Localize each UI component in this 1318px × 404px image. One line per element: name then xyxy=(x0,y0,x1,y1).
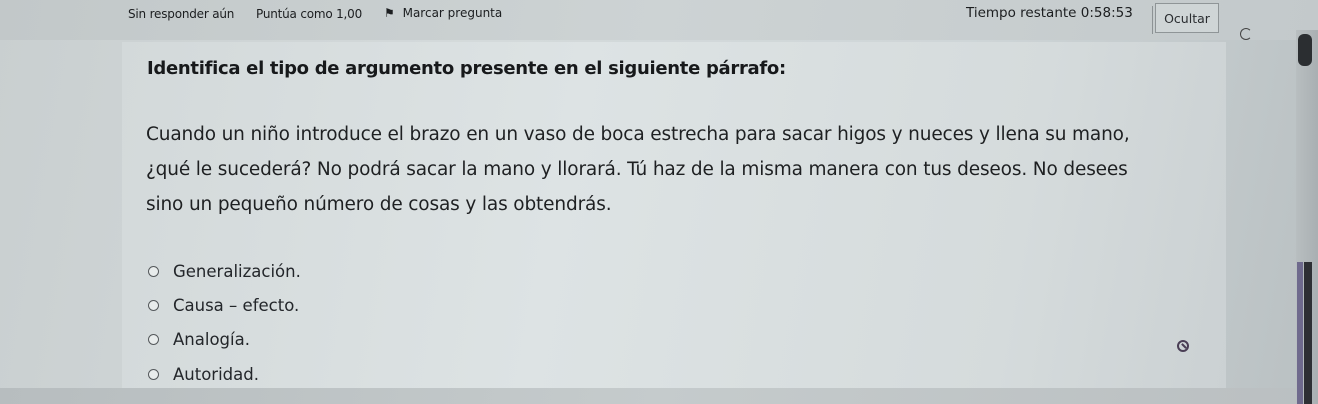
bottom-strip xyxy=(0,388,1318,404)
answer-label: Generalización. xyxy=(173,262,301,281)
answer-option-analogia[interactable]: Analogía. xyxy=(148,330,250,349)
refresh-icon[interactable] xyxy=(1240,28,1252,40)
timer-value: 0:58:53 xyxy=(1080,5,1133,21)
answer-label: Analogía. xyxy=(173,330,250,349)
radio-button[interactable] xyxy=(148,334,159,345)
question-line: sino un pequeño número de cosas y las ob… xyxy=(146,194,612,215)
flag-question-link[interactable]: ⚑ Marcar pregunta xyxy=(384,6,502,20)
answer-label: Causa – efecto. xyxy=(173,296,300,315)
answer-option-generalizacion[interactable]: Generalización. xyxy=(148,262,301,281)
status-text: Sin responder aún xyxy=(128,7,235,21)
quiz-header-bar: Sin responder aún Puntúa como 1,00 ⚑ Mar… xyxy=(0,0,1318,40)
divider xyxy=(1152,6,1153,34)
timer-label: Tiempo restante xyxy=(966,5,1077,21)
question-title: Identifica el tipo de argumento presente… xyxy=(147,58,786,79)
side-edge-dark xyxy=(1304,262,1312,404)
no-entry-cursor-icon xyxy=(1177,340,1189,352)
side-edge xyxy=(1297,262,1303,404)
radio-button[interactable] xyxy=(148,300,159,311)
flag-question-label: Marcar pregunta xyxy=(402,6,503,20)
answer-label: Autoridad. xyxy=(173,365,259,384)
radio-button[interactable] xyxy=(148,369,159,380)
radio-button[interactable] xyxy=(148,266,159,277)
timer: Tiempo restante 0:58:53 xyxy=(966,5,1133,21)
question-text: Cuando un niño introduce el brazo en un … xyxy=(146,117,1236,222)
answer-option-causa-efecto[interactable]: Causa – efecto. xyxy=(148,296,299,315)
hide-timer-button[interactable]: Ocultar xyxy=(1155,3,1219,33)
scrollbar-thumb[interactable] xyxy=(1298,34,1312,66)
flag-icon: ⚑ xyxy=(384,6,395,20)
answer-option-autoridad[interactable]: Autoridad. xyxy=(148,365,259,384)
question-line: Cuando un niño introduce el brazo en un … xyxy=(146,124,1130,145)
score-text: Puntúa como 1,00 xyxy=(256,7,363,21)
question-line: ¿qué le sucederá? No podrá sacar la mano… xyxy=(146,159,1128,180)
